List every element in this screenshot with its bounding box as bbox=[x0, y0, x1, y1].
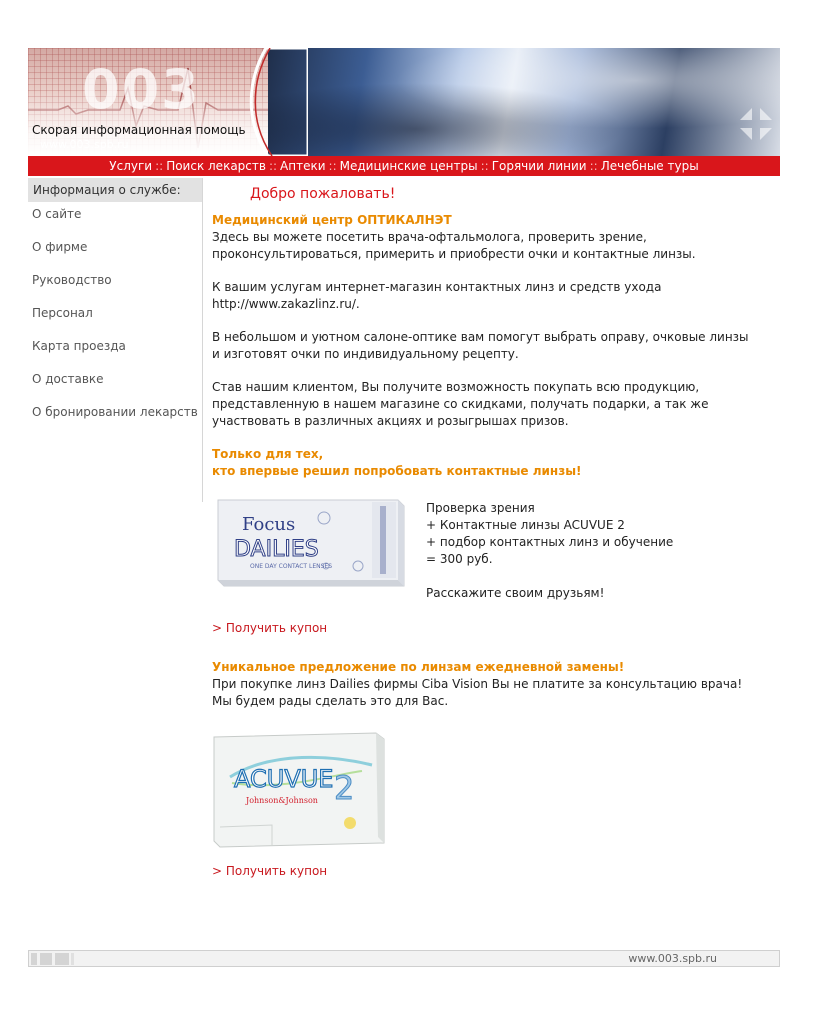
header-subtitle: Скорая информационная помощь bbox=[32, 123, 246, 137]
footer-url[interactable]: www.003.spb.ru bbox=[628, 951, 717, 966]
get-coupon-link-1[interactable]: > Получить купон bbox=[212, 621, 327, 635]
sidebar-item-about-company[interactable]: О фирме bbox=[28, 235, 202, 268]
share-with-friends: Расскажите своим друзьям! bbox=[426, 586, 605, 600]
footer-blocks-decoration bbox=[31, 953, 74, 965]
get-coupon-link-2[interactable]: > Получить купон bbox=[212, 864, 327, 878]
promo2-block: Уникальное предложение по линзам ежеднев… bbox=[212, 660, 743, 708]
nav-item-services[interactable]: Услуги bbox=[109, 159, 152, 173]
product1-name: DAILIES bbox=[234, 537, 319, 562]
welcome-heading: Добро пожаловать! bbox=[250, 186, 396, 202]
product2-number: 2 bbox=[334, 769, 354, 807]
product1-brand: Focus bbox=[242, 514, 295, 535]
site-header: 003 Скорая информационная помощь www.003… bbox=[28, 48, 780, 156]
product1-tagline: ONE DAY CONTACT LENSES bbox=[250, 563, 332, 570]
header-divider-curve bbox=[249, 48, 308, 156]
sidebar-item-reservation[interactable]: О бронировании лекарств bbox=[28, 400, 202, 433]
sidebar-item-staff[interactable]: Персонал bbox=[28, 301, 202, 334]
promo2-title: Уникальное предложение по линзам ежеднев… bbox=[212, 660, 625, 674]
header-url[interactable]: www.003.spb.ru bbox=[40, 138, 129, 151]
nav-item-medical-centers[interactable]: Медицинские центры bbox=[340, 159, 478, 173]
sidebar-item-management[interactable]: Руководство bbox=[28, 268, 202, 301]
main-content: Добро пожаловать! Медицинский центр ОПТИ… bbox=[212, 178, 772, 480]
corner-arrows-icon bbox=[740, 108, 772, 140]
sidebar-item-directions[interactable]: Карта проезда bbox=[28, 334, 202, 367]
shop-link[interactable]: http://www.zakazlinz.ru/. bbox=[212, 296, 772, 313]
sidebar-item-delivery[interactable]: О доставке bbox=[28, 367, 202, 400]
paragraph-salon: В небольшом и уютном салоне-оптике вам п… bbox=[212, 330, 749, 361]
paragraph-intro: Здесь вы можете посетить врача-офтальмол… bbox=[212, 230, 696, 261]
product2-name: ACUVUE bbox=[234, 765, 333, 793]
logo-003: 003 bbox=[82, 58, 201, 121]
focus-dailies-box-image: Focus DAILIES ONE DAY CONTACT LENSES bbox=[217, 499, 405, 587]
nav-item-hotlines[interactable]: Горячии линии bbox=[492, 159, 587, 173]
paragraph-shop: К вашим услугам интернет-магазин контакт… bbox=[212, 279, 772, 313]
sidebar: Информация о службе: О сайте О фирме Рук… bbox=[28, 178, 202, 433]
sidebar-divider bbox=[202, 178, 203, 502]
product2-maker: Johnson&Johnson bbox=[245, 796, 318, 805]
top-navigation: Услуги:: Поиск лекарств:: Аптеки:: Медицинс… bbox=[28, 156, 780, 176]
nav-item-pharmacies[interactable]: Аптеки bbox=[280, 159, 325, 173]
promo1-title: Только для тех, кто впервые решил попроб… bbox=[212, 447, 582, 478]
nav-item-drug-search[interactable]: Поиск лекарств bbox=[166, 159, 266, 173]
acuvue-2-box-image: ACUVUE 2 Johnson&Johnson bbox=[213, 732, 385, 848]
center-title: Медицинский центр ОПТИКАЛНЭТ bbox=[212, 213, 452, 227]
paragraph-client: Став нашим клиентом, Вы получите возможн… bbox=[212, 380, 709, 428]
header-photo bbox=[260, 48, 780, 156]
site-footer: www.003.spb.ru bbox=[28, 950, 780, 967]
sidebar-item-about-site[interactable]: О сайте bbox=[28, 202, 202, 235]
nav-item-medical-tours[interactable]: Лечебные туры bbox=[601, 159, 699, 173]
offer1-text: Проверка зрения + Контактные линзы ACUVU… bbox=[426, 501, 674, 600]
sun-icon bbox=[344, 817, 356, 829]
sidebar-heading: Информация о службе: bbox=[28, 178, 202, 202]
